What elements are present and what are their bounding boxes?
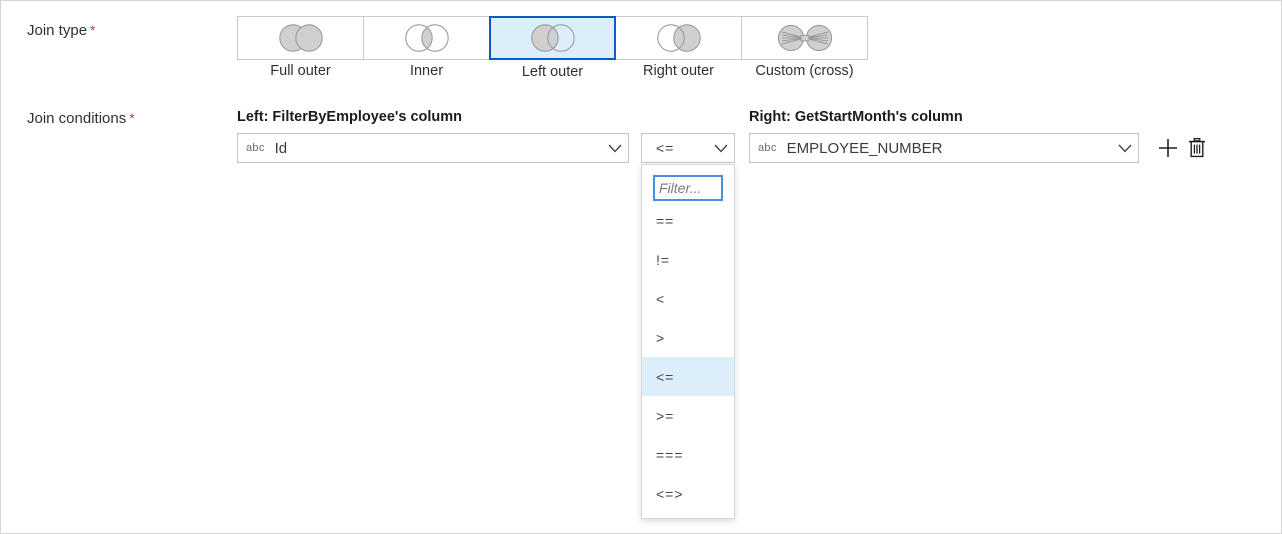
- delete-condition-button[interactable]: [1184, 135, 1210, 161]
- venn-custom-cross-icon: [777, 24, 832, 52]
- join-type-caption-inner: Inner: [409, 63, 444, 79]
- operator-option-gt[interactable]: >: [642, 318, 734, 357]
- trash-icon: [1189, 137, 1205, 158]
- operator-option-eq[interactable]: ==: [642, 201, 734, 240]
- plus-icon: [1159, 139, 1177, 157]
- join-type-caption-right-outer: Right outer: [643, 63, 714, 79]
- join-type-caption-custom-cross: Custom (cross): [755, 63, 854, 79]
- join-type-option-full-outer[interactable]: Full outer: [237, 16, 364, 79]
- operator-filter-input[interactable]: [653, 175, 723, 201]
- join-type-label-text: Join type: [27, 22, 88, 39]
- join-type-caption-left-outer: Left outer: [521, 64, 584, 80]
- operator-value: <=: [656, 140, 675, 156]
- chevron-down-icon-right: [1112, 144, 1138, 153]
- join-type-option-custom-cross[interactable]: Custom (cross): [741, 16, 868, 79]
- join-conditions-label-text: Join conditions: [27, 110, 127, 127]
- left-column-value: Id: [274, 139, 288, 157]
- chevron-down-icon: [602, 144, 628, 153]
- join-conditions-label: Join conditions *: [27, 110, 135, 127]
- join-type-option-inner[interactable]: Inner: [363, 16, 490, 79]
- venn-left-outer-icon: [530, 24, 575, 52]
- operator-dropdown-popup: == != < > <= >= === <=>: [641, 164, 735, 519]
- operator-option-gte[interactable]: >=: [642, 396, 734, 435]
- operator-select[interactable]: <=: [641, 133, 735, 163]
- join-type-option-right-outer[interactable]: Right outer: [615, 16, 742, 79]
- right-column-value: EMPLOYEE_NUMBER: [786, 139, 943, 157]
- join-type-label: Join type *: [27, 22, 96, 39]
- venn-full-outer-icon: [278, 24, 323, 52]
- venn-inner-icon: [404, 24, 449, 52]
- operator-filter-wrapper: [642, 165, 734, 201]
- venn-right-outer-icon: [656, 24, 701, 52]
- required-marker: *: [90, 22, 96, 38]
- add-condition-button[interactable]: [1155, 135, 1181, 161]
- join-type-selector: Full outer Inner Left outer Right outer …: [237, 16, 868, 80]
- operator-option-nullsafe[interactable]: <=>: [642, 474, 734, 513]
- abc-type-icon: abc: [246, 141, 265, 154]
- operator-option-identity[interactable]: ===: [642, 435, 734, 474]
- chevron-down-icon-operator: [708, 144, 734, 153]
- operator-option-neq[interactable]: !=: [642, 240, 734, 279]
- left-column-select[interactable]: abc Id: [237, 133, 629, 163]
- operator-option-lte[interactable]: <=: [642, 357, 734, 396]
- join-configuration-panel: Join type * Full outer Inner Left outer …: [0, 0, 1282, 534]
- join-type-caption-full-outer: Full outer: [270, 63, 331, 79]
- left-column-header: Left: FilterByEmployee's column: [237, 109, 463, 125]
- operator-option-lt[interactable]: <: [642, 279, 734, 318]
- join-type-option-left-outer[interactable]: Left outer: [489, 16, 616, 80]
- right-column-select[interactable]: abc EMPLOYEE_NUMBER: [749, 133, 1139, 163]
- abc-type-icon-right: abc: [758, 141, 777, 154]
- required-marker-conditions: *: [129, 110, 135, 126]
- right-column-header: Right: GetStartMonth's column: [749, 109, 963, 125]
